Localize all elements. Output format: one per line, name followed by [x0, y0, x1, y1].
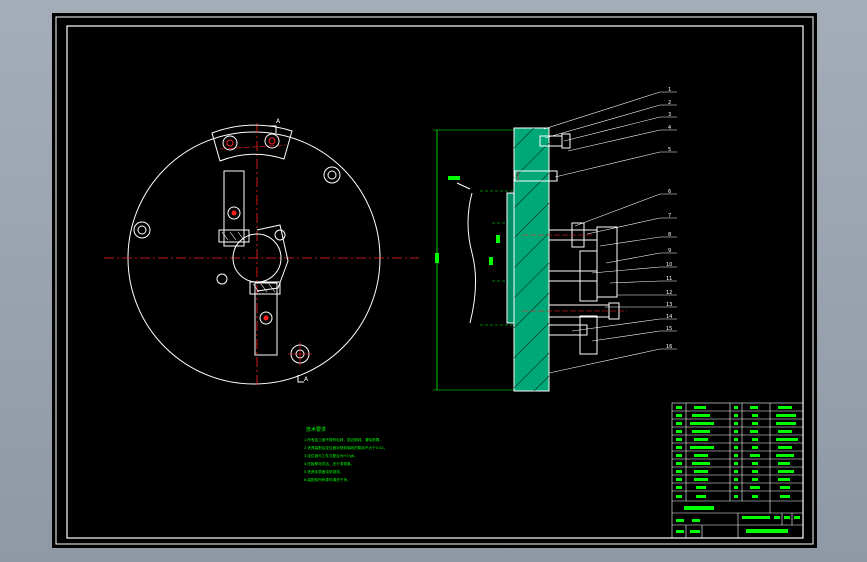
bolt-hole: [133, 221, 151, 239]
section-view: 1234 5678 9101112 13141516: [433, 87, 677, 392]
svg-text:3: 3: [668, 112, 671, 118]
svg-text:9: 9: [668, 248, 671, 254]
section-label-top: A: [276, 118, 281, 125]
svg-text:2: 2: [668, 100, 671, 106]
svg-text:10: 10: [666, 262, 672, 268]
svg-text:14: 14: [666, 314, 672, 320]
svg-text:16: 16: [666, 344, 672, 350]
cad-viewport[interactable]: A A 1 2 3 4 5 6 7 8 9 10 11 12 13 14 15 …: [0, 0, 867, 562]
note-line: 1.所有加工面不得有毛刺，锐边倒钝，清除铁屑。: [304, 437, 383, 442]
svg-text:15: 15: [666, 326, 672, 332]
workpiece-break: [467, 192, 477, 324]
balloon-numbers: 1234 5678 9101112 13141516: [666, 87, 672, 350]
base-plate-section: [513, 127, 550, 392]
section-label-bottom: A: [304, 376, 309, 383]
svg-text:11: 11: [666, 276, 672, 282]
note-line: 6.装配前所有零件清洗干净。: [304, 477, 351, 482]
svg-text:1: 1: [668, 87, 671, 93]
svg-text:6: 6: [668, 189, 671, 195]
svg-text:5: 5: [668, 147, 671, 153]
spigot-section: [506, 192, 515, 324]
svg-text:7: 7: [668, 213, 671, 219]
note-line: 2.夹具装配后定位面对回转轴线的跳动不大于0.02。: [304, 445, 387, 450]
drawing-sheet[interactable]: A A 1 2 3 4 5 6 7 8 9 10 11 12 13 14 15 …: [52, 13, 817, 548]
bolt-hole: [323, 166, 341, 184]
cad-drawing: A A 1234 5678 9101112 13141516 技术要求 1.所有…: [55, 16, 814, 545]
svg-text:12: 12: [666, 290, 672, 296]
svg-text:13: 13: [666, 302, 672, 308]
inner-frame: [66, 25, 804, 539]
upper-clamp-arm: [223, 170, 245, 247]
plan-view: A A: [104, 118, 419, 388]
svg-text:4: 4: [668, 125, 671, 131]
notes-heading: 技术要求: [306, 426, 326, 433]
clamp-stud-lower: [548, 270, 598, 282]
note-line: 4.压板移动灵活，无卡滞现象。: [304, 461, 354, 466]
clamp-body: [596, 226, 618, 298]
svg-text:8: 8: [668, 232, 671, 238]
arc-slot: [211, 124, 293, 162]
technical-notes: 技术要求 1.所有加工面不得有毛刺，锐边倒钝，清除铁屑。 2.夹具装配后定位面对…: [304, 426, 387, 482]
note-line: 5.夹具体表面涂防锈漆。: [304, 469, 343, 474]
note-line: 3.定位销与工件孔配合为H7/g6。: [304, 453, 358, 458]
